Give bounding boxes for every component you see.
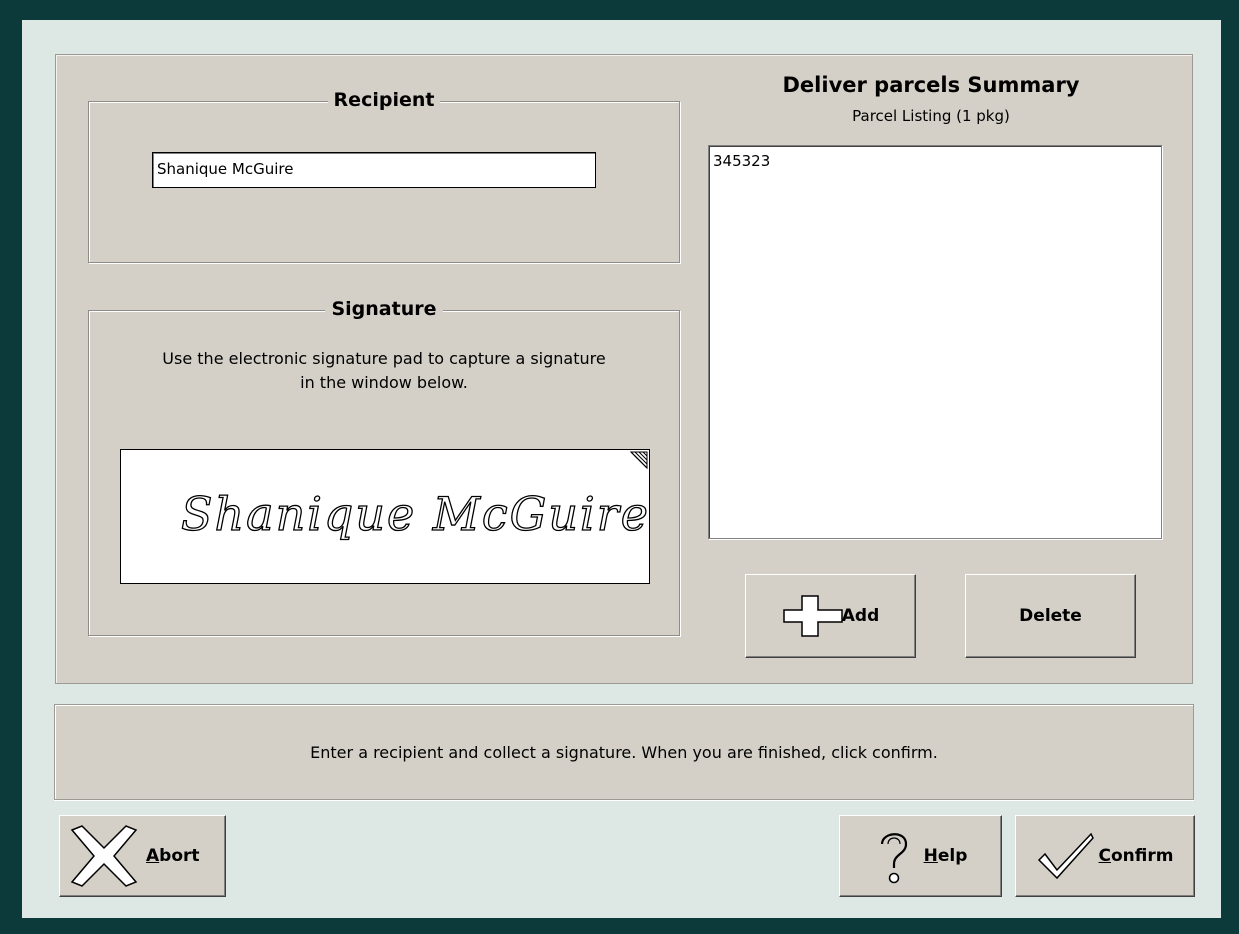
help-label: Help (923, 846, 968, 866)
recipient-name-input[interactable]: Shanique McGuire (152, 152, 596, 188)
main-panel: Recipient Shanique McGuire Signature Use… (55, 54, 1193, 684)
signature-group: Signature Use the electronic signature p… (88, 298, 680, 636)
confirm-button[interactable]: Confirm (1015, 815, 1195, 897)
add-parcel-button[interactable]: Add (745, 574, 916, 658)
signature-instructions: Use the electronic signature pad to capt… (99, 347, 669, 395)
recipient-name-value: Shanique McGuire (157, 160, 294, 178)
status-message-text: Enter a recipient and collect a signatur… (310, 742, 938, 762)
resize-corner-icon[interactable] (627, 450, 649, 472)
x-icon (70, 825, 138, 887)
recipient-group-title: Recipient (327, 89, 441, 111)
parcel-listbox[interactable]: 345323 (708, 145, 1162, 539)
recipient-group: Recipient Shanique McGuire (88, 89, 680, 263)
help-button[interactable]: Help (839, 815, 1002, 897)
status-message: Enter a recipient and collect a signatur… (54, 704, 1194, 800)
summary-title: Deliver parcels Summary (782, 73, 1080, 97)
delivery-window: Recipient Shanique McGuire Signature Use… (22, 20, 1221, 918)
signature-stroke: Shanique McGuire (181, 487, 649, 541)
abort-button[interactable]: Abort (59, 815, 226, 897)
question-mark-icon (880, 833, 907, 884)
confirm-label: Confirm (1098, 846, 1174, 866)
signature-image: Shanique McGuire (180, 486, 649, 541)
delete-parcel-label: Delete (1019, 606, 1082, 626)
signature-instructions-line1: Use the electronic signature pad to capt… (162, 349, 606, 368)
signature-instructions-line2: in the window below. (300, 373, 468, 392)
list-item[interactable]: 345323 (713, 152, 1157, 170)
checkmark-icon (1037, 832, 1094, 880)
signature-pad[interactable]: Shanique McGuire (120, 449, 650, 584)
plus-icon (783, 595, 843, 637)
add-parcel-label: Add (841, 606, 880, 626)
abort-label: Abort (146, 846, 200, 866)
delete-parcel-button[interactable]: Delete (965, 574, 1136, 658)
signature-group-title: Signature (325, 298, 443, 320)
summary-subtitle: Parcel Listing (1 pkg) (852, 107, 1010, 125)
